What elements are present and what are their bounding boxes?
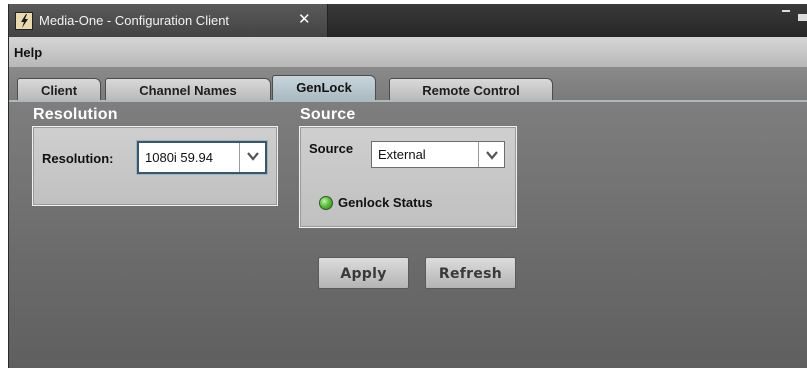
tab-client[interactable]: Client: [17, 78, 101, 101]
app-window: Media-One - Configuration Client ✕ Help …: [8, 4, 807, 368]
close-icon[interactable]: ✕: [298, 10, 311, 28]
title-bar: Media-One - Configuration Client ✕: [9, 4, 807, 37]
window-title: Media-One - Configuration Client: [39, 13, 230, 28]
resolution-value: 1080i 59.94: [145, 150, 213, 165]
tab-remote-control[interactable]: Remote Control: [389, 78, 553, 101]
resolution-group: Resolution: 1080i 59.94: [32, 126, 278, 206]
tab-genlock[interactable]: GenLock: [272, 75, 376, 102]
menu-help[interactable]: Help: [14, 45, 42, 60]
resolution-select[interactable]: 1080i 59.94: [137, 141, 267, 174]
maximize-icon[interactable]: [798, 14, 807, 21]
genlock-status-led-icon: [319, 196, 333, 210]
genlock-status-label: Genlock Status: [338, 195, 433, 210]
source-label: Source: [309, 141, 354, 156]
window-controls: [778, 8, 807, 22]
source-group: Source External Genlock Status: [299, 126, 517, 228]
source-value: External: [378, 147, 426, 162]
chevron-down-icon[interactable]: [478, 142, 504, 167]
tab-channel-names[interactable]: Channel Names: [105, 78, 271, 101]
refresh-button[interactable]: Refresh: [425, 257, 516, 289]
source-section-title: Source: [300, 106, 356, 123]
resolution-label: Resolution:: [42, 151, 114, 166]
menu-bar: Help: [9, 37, 807, 68]
apply-button[interactable]: Apply: [318, 257, 409, 289]
app-logo-icon: [15, 12, 33, 30]
window-title-tab[interactable]: Media-One - Configuration Client ✕: [9, 4, 328, 37]
genlock-panel: Resolution Resolution: 1080i 59.94 Sourc…: [9, 102, 807, 368]
source-select[interactable]: External: [371, 141, 505, 168]
resolution-section-title: Resolution: [33, 106, 118, 123]
chevron-down-icon[interactable]: [239, 143, 265, 172]
minimize-icon[interactable]: [782, 10, 790, 12]
